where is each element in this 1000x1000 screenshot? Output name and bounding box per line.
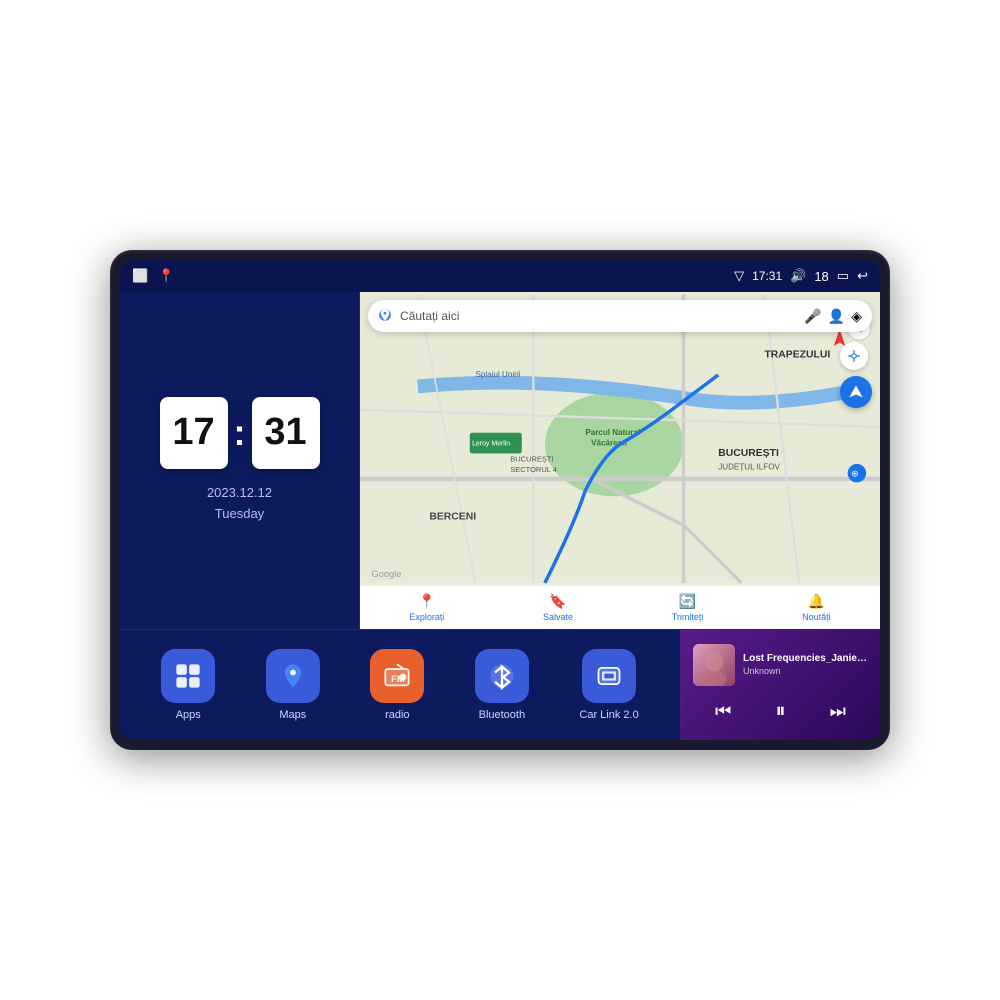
- battery-icon: ▭: [837, 268, 849, 284]
- app-item-bluetooth[interactable]: Bluetooth: [475, 649, 529, 721]
- explore-label: Explorați: [409, 612, 444, 622]
- maps-icon: [266, 649, 320, 703]
- map-svg: Parcul Natural Văcărești Splaiul Unirii: [360, 292, 880, 585]
- send-icon: 🔄: [679, 593, 696, 610]
- back-icon[interactable]: ↩: [857, 268, 868, 284]
- bottom-row: Apps Maps: [120, 630, 880, 740]
- clock-panel: 17 : 31 2023.12.12 Tuesday: [120, 292, 360, 629]
- top-row: 17 : 31 2023.12.12 Tuesday: [120, 292, 880, 630]
- google-maps-icon: [378, 308, 392, 325]
- music-panel: Lost Frequencies_Janieck Devy-... Unknow…: [680, 630, 880, 740]
- saved-icon: 🔖: [549, 593, 566, 610]
- clock-day-text: Tuesday: [215, 506, 264, 521]
- apps-panel: Apps Maps: [120, 630, 680, 740]
- map-bottom-nav: 📍 Explorați 🔖 Salvate 🔄 Trimiteți �: [360, 585, 880, 629]
- clock-hour: 17: [160, 397, 228, 469]
- main-content: 17 : 31 2023.12.12 Tuesday: [120, 292, 880, 740]
- svg-text:TRAPEZULUI: TRAPEZULUI: [764, 350, 830, 361]
- map-controls: [840, 342, 872, 408]
- music-title: Lost Frequencies_Janieck Devy-...: [743, 653, 868, 664]
- prev-button[interactable]: ⏮: [707, 697, 739, 726]
- apps-icon: [161, 649, 215, 703]
- map-panel[interactable]: Căutați aici 🎤 👤 ◈: [360, 292, 880, 629]
- map-nav-send[interactable]: 🔄 Trimiteți: [672, 593, 704, 622]
- navigate-button[interactable]: [840, 376, 872, 408]
- status-bar: ⬜ 📍 ▽ 17:31 🔊 18 ▭ ↩: [120, 260, 880, 292]
- music-controls: ⏮ ⏸ ⏭: [693, 696, 868, 727]
- signal-icon: ▽: [734, 268, 744, 284]
- music-thumbnail: [693, 644, 735, 686]
- status-bar-right: ▽ 17:31 🔊 18 ▭ ↩: [734, 268, 868, 284]
- map-search-placeholder[interactable]: Căutați aici: [400, 309, 796, 323]
- saved-label: Salvate: [543, 612, 573, 622]
- explore-icon: 📍: [418, 593, 435, 610]
- carlink-label: Car Link 2.0: [579, 709, 638, 721]
- clock-date-text: 2023.12.12: [207, 485, 272, 500]
- app-item-maps[interactable]: Maps: [266, 649, 320, 721]
- music-top: Lost Frequencies_Janieck Devy-... Unknow…: [693, 644, 868, 686]
- app-item-carlink[interactable]: Car Link 2.0: [579, 649, 638, 721]
- send-label: Trimiteți: [672, 612, 704, 622]
- play-pause-button[interactable]: ⏸: [767, 696, 793, 727]
- svg-text:Splaiul Unirii: Splaiul Unirii: [476, 370, 521, 379]
- svg-text:BUCUREȘTI: BUCUREȘTI: [510, 455, 553, 464]
- radio-icon: FM: [370, 649, 424, 703]
- map-body[interactable]: Parcul Natural Văcărești Splaiul Unirii: [360, 292, 880, 585]
- microphone-icon[interactable]: 🎤: [804, 308, 821, 325]
- maps-label: Maps: [279, 709, 306, 721]
- news-label: Noutăți: [802, 612, 831, 622]
- layer-icon[interactable]: ◈: [851, 308, 862, 325]
- account-icon[interactable]: 👤: [828, 308, 845, 325]
- svg-text:BERCENI: BERCENI: [429, 511, 476, 522]
- app-item-apps[interactable]: Apps: [161, 649, 215, 721]
- map-nav-news[interactable]: 🔔 Noutăți: [802, 593, 831, 622]
- svg-text:Leroy Merlin: Leroy Merlin: [472, 440, 510, 447]
- clock-display: 17 : 31: [160, 397, 320, 469]
- car-unit-device: ⬜ 📍 ▽ 17:31 🔊 18 ▭ ↩ 17 :: [110, 250, 890, 750]
- news-icon: 🔔: [808, 593, 825, 610]
- status-time: 17:31: [752, 269, 782, 283]
- music-info: Lost Frequencies_Janieck Devy-... Unknow…: [743, 653, 868, 676]
- map-nav-explore[interactable]: 📍 Explorați: [409, 593, 444, 622]
- radio-label: radio: [385, 709, 409, 721]
- battery-level: 18: [814, 269, 828, 284]
- map-nav-saved[interactable]: 🔖 Salvate: [543, 593, 573, 622]
- volume-icon: 🔊: [790, 268, 806, 284]
- svg-text:SECTORUL 4: SECTORUL 4: [510, 465, 557, 474]
- status-bar-left: ⬜ 📍: [132, 268, 174, 284]
- svg-text:⊕: ⊕: [851, 469, 859, 479]
- map-search-actions: 🎤 👤 ◈: [804, 308, 862, 325]
- bluetooth-label: Bluetooth: [479, 709, 525, 721]
- app-item-radio[interactable]: FM radio: [370, 649, 424, 721]
- map-background: Parcul Natural Văcărești Splaiul Unirii: [360, 292, 880, 585]
- music-artist: Unknown: [743, 666, 868, 676]
- bluetooth-icon: [475, 649, 529, 703]
- apps-label: Apps: [176, 709, 201, 721]
- svg-text:BUCUREȘTI: BUCUREȘTI: [718, 448, 779, 459]
- location-button[interactable]: [840, 342, 868, 370]
- next-button[interactable]: ⏭: [822, 697, 854, 726]
- carlink-icon: [582, 649, 636, 703]
- svg-text:Google: Google: [372, 569, 402, 579]
- clock-colon: :: [234, 415, 246, 451]
- map-search-bar[interactable]: Căutați aici 🎤 👤 ◈: [368, 300, 872, 332]
- clock-date: 2023.12.12 Tuesday: [207, 483, 272, 525]
- home-icon[interactable]: ⬜: [132, 268, 148, 284]
- maps-pin-icon[interactable]: 📍: [158, 268, 174, 284]
- svg-text:JUDEȚUL ILFOV: JUDEȚUL ILFOV: [718, 463, 780, 472]
- clock-minute: 31: [252, 397, 320, 469]
- screen: ⬜ 📍 ▽ 17:31 🔊 18 ▭ ↩ 17 :: [120, 260, 880, 740]
